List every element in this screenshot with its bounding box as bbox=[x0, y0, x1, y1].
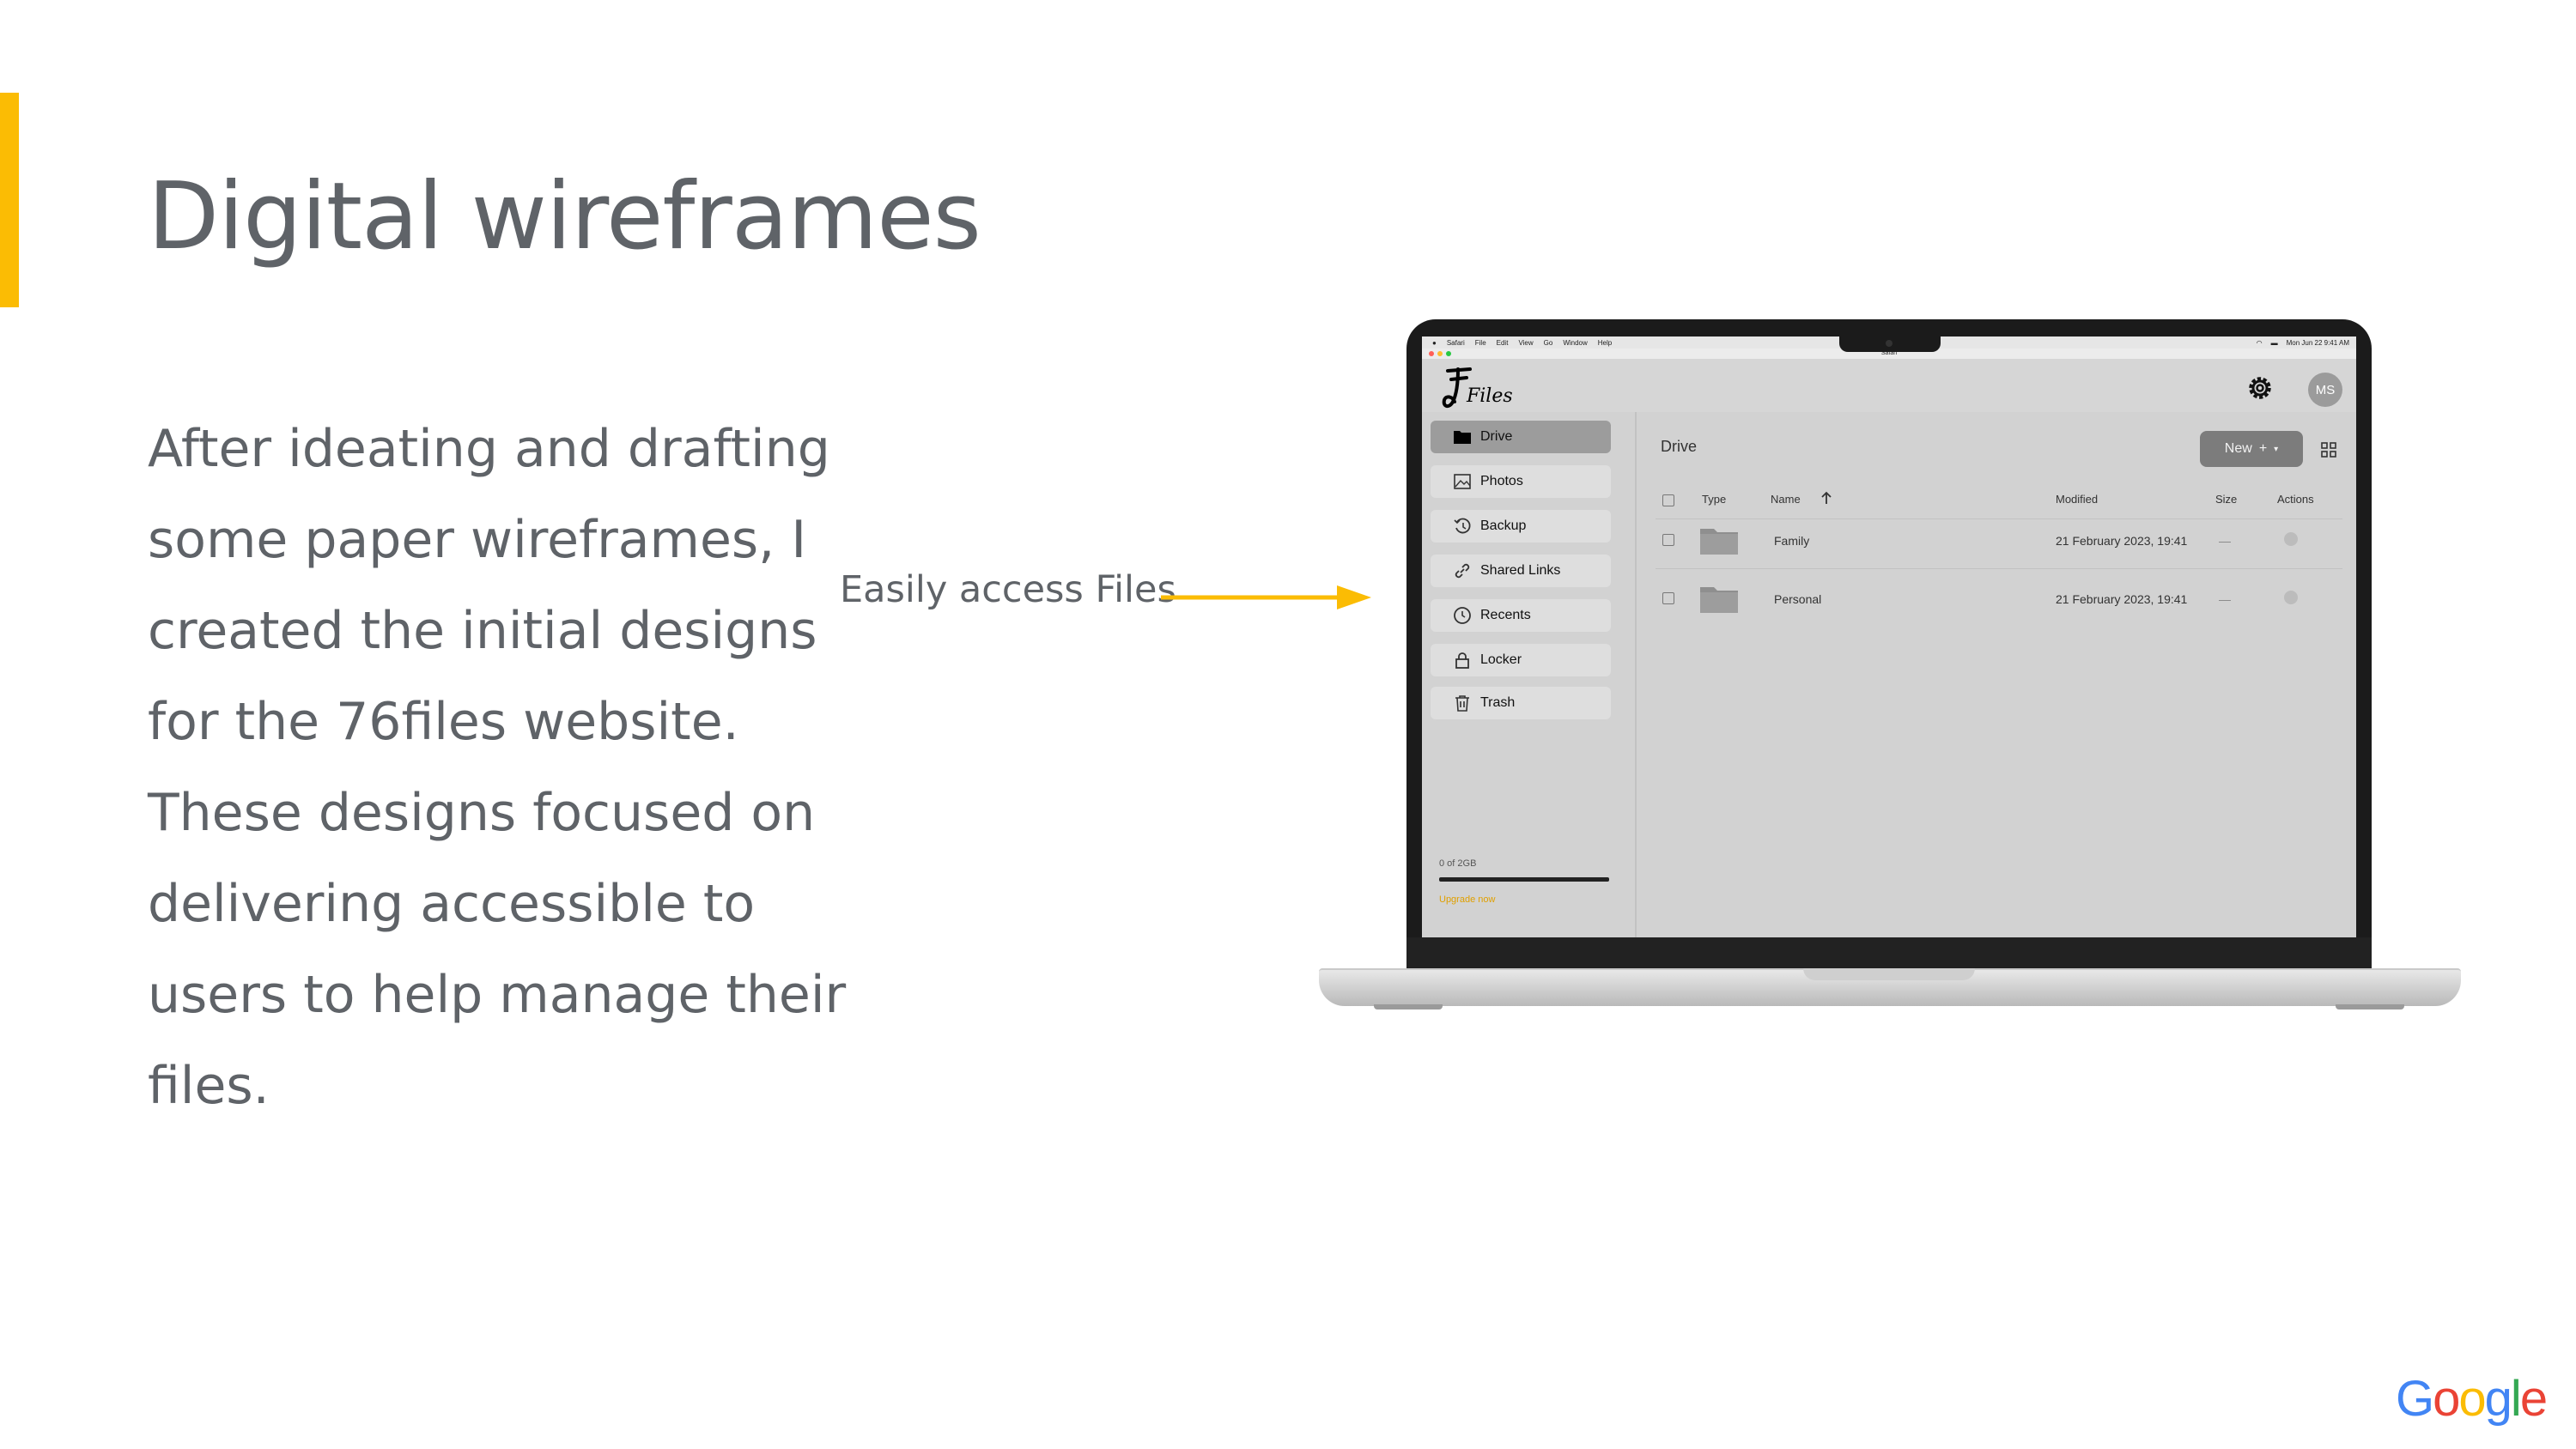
body-line: for the 76files website. bbox=[148, 692, 739, 752]
menu-item[interactable]: Safari bbox=[1447, 339, 1465, 347]
files-logo[interactable]: Files bbox=[1441, 366, 1518, 410]
menu-item[interactable]: Go bbox=[1544, 339, 1553, 347]
grid-view-icon[interactable] bbox=[2320, 441, 2337, 458]
sidebar-item-label: Shared Links bbox=[1480, 563, 1561, 578]
file-modified: 21 February 2023, 19:41 bbox=[2056, 592, 2188, 606]
row-divider bbox=[1656, 568, 2342, 569]
trash-icon bbox=[1455, 695, 1469, 712]
menu-item[interactable]: View bbox=[1518, 339, 1533, 347]
body-line: delivering accessible to bbox=[148, 874, 756, 934]
sidebar-item-drive[interactable]: Drive bbox=[1431, 421, 1611, 453]
sidebar-item-label: Trash bbox=[1480, 695, 1516, 710]
column-header-size[interactable]: Size bbox=[2215, 493, 2237, 506]
sidebar-item-photos[interactable]: Photos bbox=[1431, 465, 1611, 498]
laptop-foot bbox=[1374, 1004, 1443, 1009]
row-checkbox[interactable] bbox=[1662, 534, 1674, 546]
file-size: — bbox=[2219, 592, 2231, 606]
drive-title: Drive bbox=[1661, 438, 1698, 455]
minimize-window-icon[interactable] bbox=[1437, 351, 1443, 356]
sort-ascending-icon[interactable] bbox=[1820, 490, 1832, 506]
body-line: users to help manage their bbox=[148, 965, 847, 1025]
laptop-foot bbox=[2336, 1004, 2404, 1009]
sidebar-item-label: Photos bbox=[1480, 474, 1523, 488]
google-logo: Google bbox=[2396, 1371, 2548, 1427]
more-actions-icon[interactable] bbox=[2284, 591, 2298, 604]
plus-icon: + bbox=[2258, 441, 2268, 456]
sidebar-item-backup[interactable]: Backup bbox=[1431, 510, 1611, 543]
annotation-arrow-icon bbox=[1161, 585, 1371, 609]
body-line: some paper wireframes, I bbox=[148, 510, 807, 570]
file-modified: 21 February 2023, 19:41 bbox=[2056, 534, 2188, 548]
user-avatar[interactable]: MS bbox=[2308, 373, 2342, 407]
app-header: Files MS bbox=[1422, 359, 2356, 412]
file-size: — bbox=[2219, 534, 2231, 548]
storage-usage-label: 0 of 2GB bbox=[1439, 858, 1477, 869]
zoom-window-icon[interactable] bbox=[1446, 351, 1451, 356]
sidebar-item-label: Backup bbox=[1480, 518, 1527, 533]
camera-icon bbox=[1886, 340, 1893, 347]
column-header-name[interactable]: Name bbox=[1771, 493, 1801, 506]
more-actions-icon[interactable] bbox=[2284, 532, 2298, 546]
settings-gear-icon[interactable] bbox=[2245, 373, 2275, 403]
folder-icon bbox=[1454, 431, 1471, 444]
drive-main-panel: Drive New + ▾ Type Name Modified Size Ac… bbox=[1638, 412, 2356, 937]
new-button[interactable]: New + ▾ bbox=[2200, 431, 2303, 467]
row-checkbox[interactable] bbox=[1662, 592, 1674, 604]
apple-icon: ● bbox=[1432, 338, 1437, 347]
upgrade-link[interactable]: Upgrade now bbox=[1439, 894, 1495, 905]
close-window-icon[interactable] bbox=[1429, 351, 1434, 356]
folder-icon bbox=[1700, 529, 1738, 555]
laptop-hinge-notch bbox=[1803, 968, 1975, 980]
menu-item[interactable]: File bbox=[1475, 339, 1486, 347]
column-header-type[interactable]: Type bbox=[1702, 493, 1726, 506]
storage-usage-bar bbox=[1439, 877, 1609, 882]
sidebar-item-label: Recents bbox=[1480, 608, 1531, 622]
sidebar-item-shared-links[interactable]: Shared Links bbox=[1431, 555, 1611, 587]
menubar-clock: Mon Jun 22 9:41 AM bbox=[2286, 338, 2349, 347]
battery-icon: ▬ bbox=[2270, 338, 2278, 347]
slide-title: Digital wireframes bbox=[148, 163, 981, 270]
menu-item[interactable]: Help bbox=[1598, 339, 1612, 347]
menu-item[interactable]: Window bbox=[1563, 339, 1587, 347]
column-header-modified[interactable]: Modified bbox=[2056, 493, 2098, 506]
sidebar: Drive Photos Backup Shared Links Recents… bbox=[1422, 412, 1637, 937]
body-line: files. bbox=[148, 1056, 270, 1116]
body-paragraph: After ideating and drafting some paper w… bbox=[148, 403, 847, 1131]
header-divider bbox=[1656, 518, 2342, 519]
sidebar-item-recents[interactable]: Recents bbox=[1431, 599, 1611, 632]
chevron-down-icon: ▾ bbox=[2274, 444, 2279, 454]
annotation-label: Easily access Files bbox=[840, 568, 1176, 611]
folder-icon bbox=[1700, 587, 1738, 613]
file-name[interactable]: Personal bbox=[1774, 592, 1821, 606]
menu-item[interactable]: Edit bbox=[1497, 339, 1509, 347]
link-icon bbox=[1455, 563, 1470, 579]
window-controls bbox=[1429, 351, 1451, 356]
sidebar-item-label: Drive bbox=[1480, 429, 1513, 444]
body-line: created the initial designs bbox=[148, 601, 817, 661]
select-all-checkbox[interactable] bbox=[1662, 494, 1674, 506]
wifi-icon: ◠ bbox=[2256, 338, 2263, 347]
body-line: After ideating and drafting bbox=[148, 419, 830, 479]
history-icon bbox=[1454, 518, 1471, 534]
menubar-status: ◠ ▬ Mon Jun 22 9:41 AM bbox=[2257, 339, 2356, 347]
image-icon bbox=[1454, 474, 1471, 489]
new-button-label: New bbox=[2224, 441, 2252, 456]
body-line: These designs focused on bbox=[148, 783, 816, 843]
sidebar-item-label: Locker bbox=[1480, 652, 1522, 667]
laptop-bezel bbox=[1406, 937, 2372, 970]
sidebar-item-trash[interactable]: Trash bbox=[1431, 687, 1611, 719]
lock-icon bbox=[1455, 652, 1469, 669]
sidebar-item-locker[interactable]: Locker bbox=[1431, 644, 1611, 676]
clock-icon bbox=[1454, 607, 1471, 624]
column-header-actions: Actions bbox=[2277, 493, 2314, 506]
file-name[interactable]: Family bbox=[1774, 534, 1809, 548]
laptop-screen: ● Safari File Edit View Go Window Help ◠… bbox=[1422, 336, 2356, 937]
accent-bar bbox=[0, 93, 19, 307]
logo-text: Files bbox=[1466, 385, 1513, 407]
